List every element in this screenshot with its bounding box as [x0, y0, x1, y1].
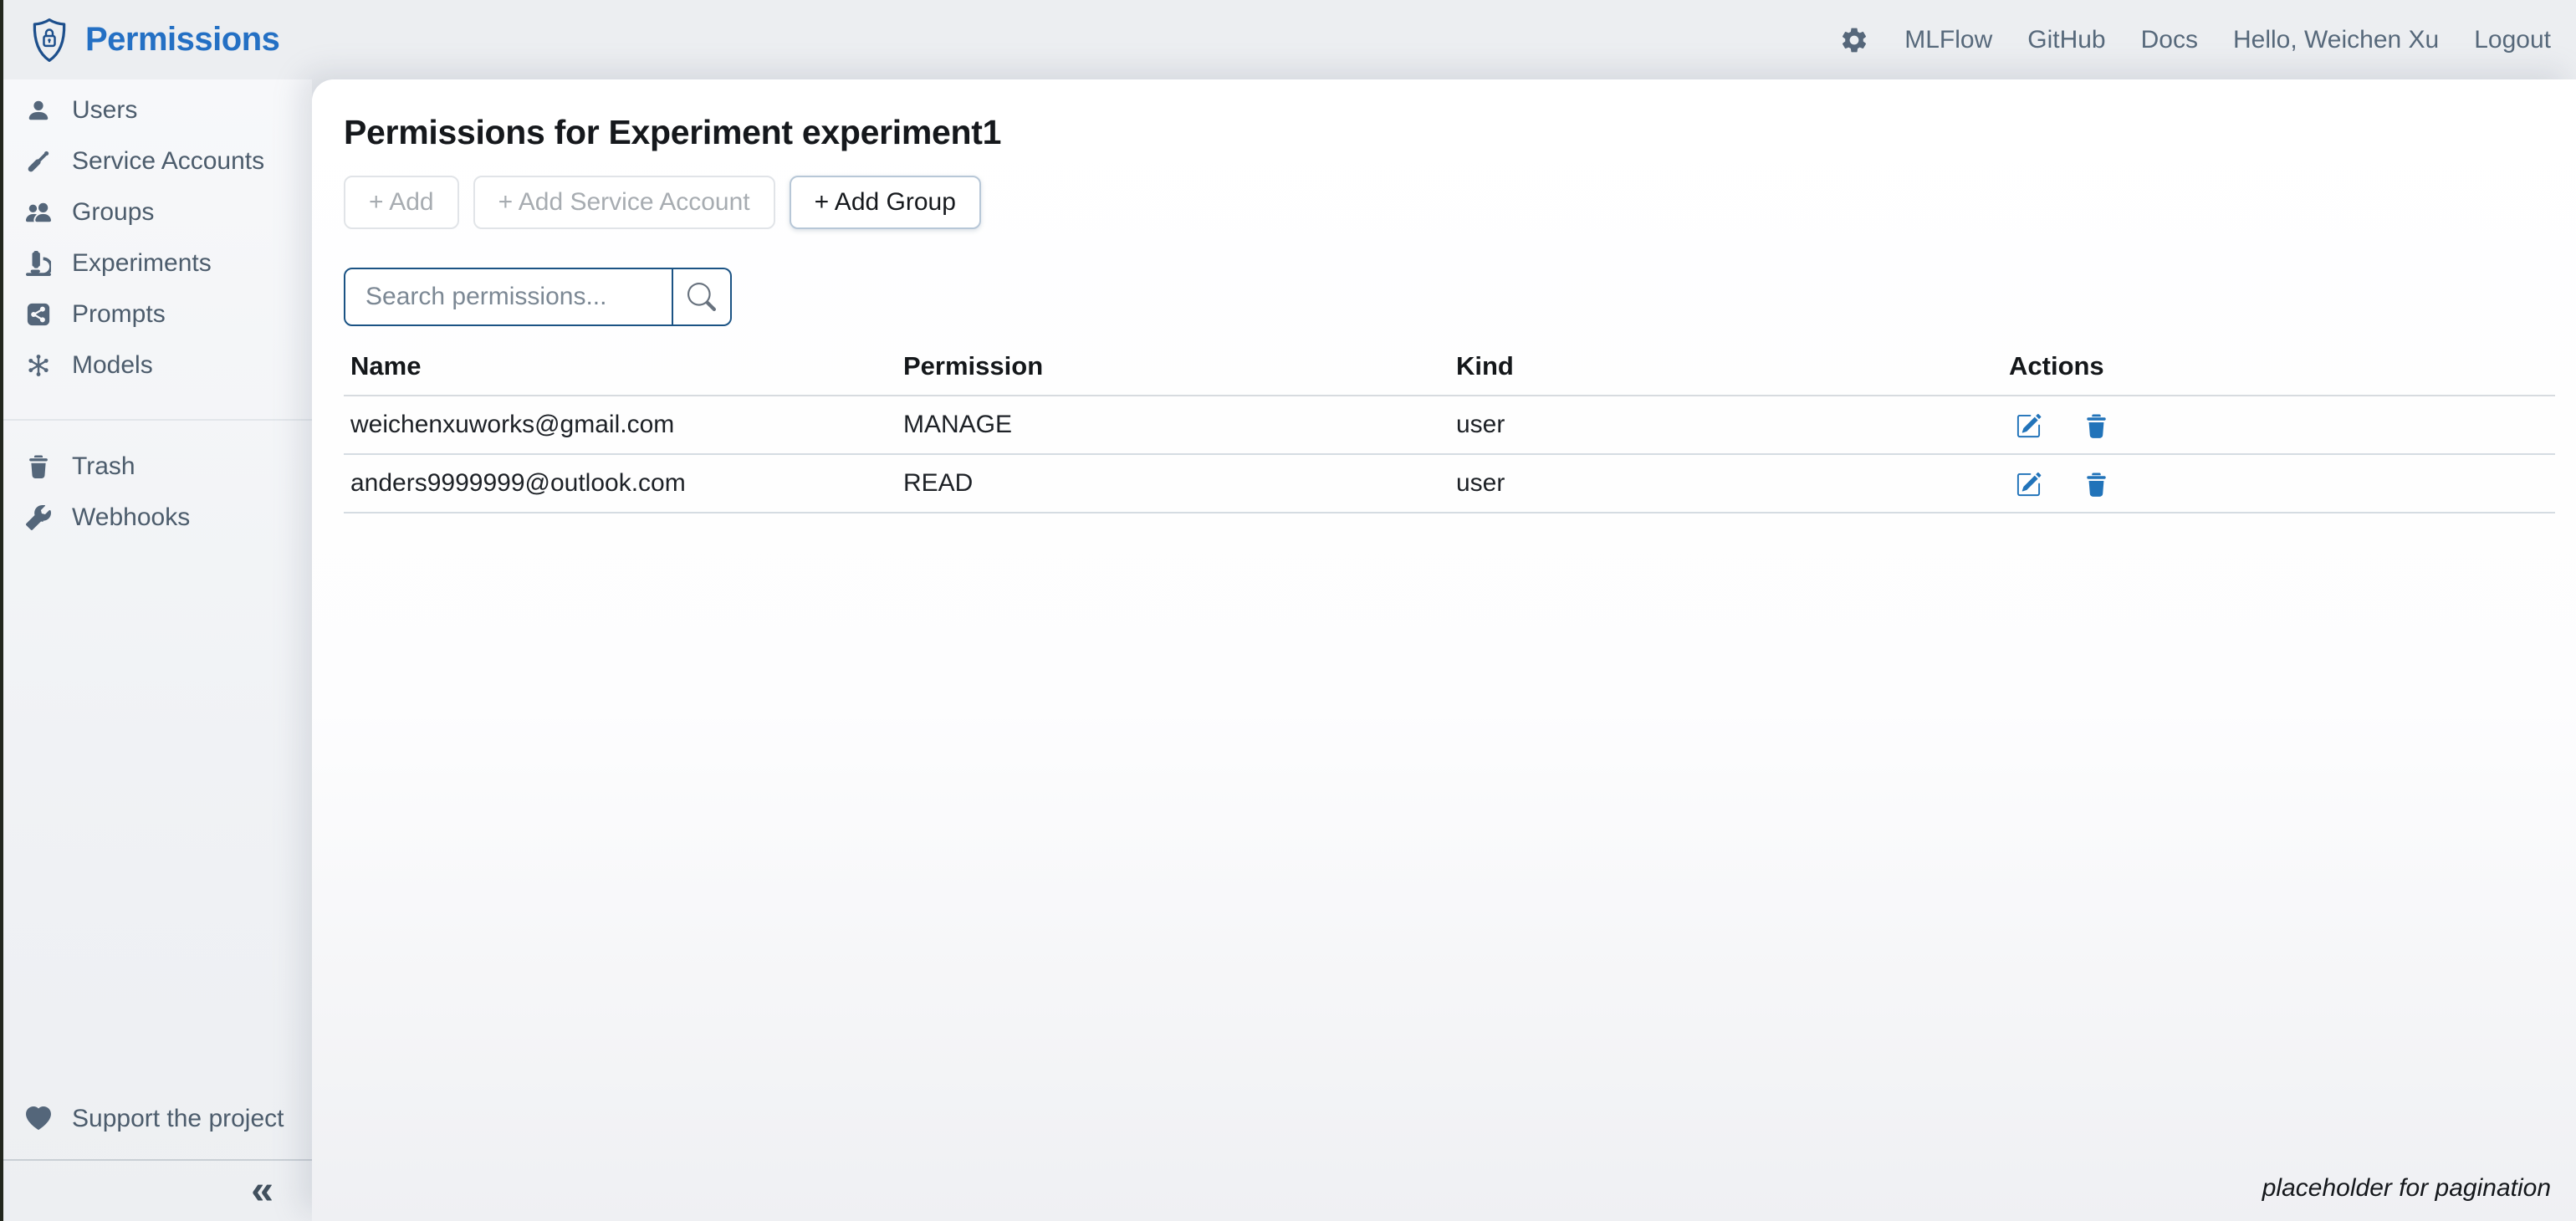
sidebar-item-groups[interactable]: Groups [0, 186, 312, 238]
content-card: Permissions for Experiment experiment1 +… [312, 79, 2576, 1221]
edit-permission-button[interactable] [2016, 413, 2042, 439]
cell-permission: MANAGE [897, 396, 1449, 454]
sidebar-item-models[interactable]: Models [0, 340, 312, 391]
top-bar: Permissions MLFlow GitHub Docs Hello, We… [0, 0, 2576, 79]
search-icon [687, 283, 716, 311]
add-group-button[interactable]: + Add Group [790, 176, 981, 229]
nav-link-logout[interactable]: Logout [2474, 26, 2551, 54]
brand-logo[interactable]: Permissions [30, 16, 279, 64]
table-header-row: Name Permission Kind Actions [344, 348, 2555, 396]
search-input[interactable] [344, 268, 673, 326]
add-service-account-button[interactable]: + Add Service Account [473, 176, 775, 229]
sidebar-item-experiments[interactable]: Experiments [0, 238, 312, 289]
sidebar-item-service-accounts[interactable]: Service Accounts [0, 135, 312, 186]
nav-link-github[interactable]: GitHub [2027, 26, 2105, 54]
column-header-permission: Permission [897, 348, 1449, 396]
edit-pencil-square-icon [2016, 413, 2042, 439]
toolbar: + Add + Add Service Account + Add Group [344, 176, 2555, 229]
cell-kind: user [1449, 396, 2002, 454]
user-icon [25, 97, 52, 124]
sidebar-divider [0, 419, 312, 421]
cell-actions [2002, 396, 2555, 454]
edit-pencil-square-icon [2016, 472, 2042, 498]
hub-icon [25, 352, 52, 379]
nav-link-mlflow[interactable]: MLFlow [1904, 26, 1992, 54]
column-header-actions: Actions [2002, 348, 2555, 396]
sidebar-footer: « [0, 1161, 312, 1221]
pagination-placeholder: placeholder for pagination [2262, 1174, 2551, 1203]
column-header-kind: Kind [1449, 348, 2002, 396]
search-bar [344, 268, 2555, 326]
page-title: Permissions for Experiment experiment1 [344, 113, 2555, 152]
nav-greeting[interactable]: Hello, Weichen Xu [2233, 26, 2439, 54]
sidebar-spacer [0, 543, 312, 1093]
sidebar: Users Service Accounts Groups Experiment… [0, 79, 312, 1221]
header-nav: MLFlow GitHub Docs Hello, Weichen Xu Log… [1839, 25, 2551, 55]
search-button[interactable] [673, 268, 732, 326]
sidebar-item-label: Service Accounts [72, 147, 264, 176]
window-edge [0, 0, 3, 1221]
table-row: anders9999999@outlook.com READ user [344, 454, 2555, 513]
cell-actions [2002, 454, 2555, 513]
shield-lock-icon [30, 16, 69, 64]
delete-permission-button[interactable] [2083, 413, 2109, 439]
edit-permission-button[interactable] [2016, 472, 2042, 498]
cell-kind: user [1449, 454, 2002, 513]
heart-icon [25, 1106, 52, 1132]
microscope-icon [25, 250, 52, 277]
brand-title: Permissions [85, 21, 279, 59]
sidebar-collapse-button[interactable]: « [251, 1171, 273, 1211]
add-button[interactable]: + Add [344, 176, 459, 229]
sidebar-item-label: Support the project [72, 1105, 284, 1133]
trash-icon [25, 453, 52, 480]
sidebar-item-trash[interactable]: Trash [0, 441, 312, 492]
table-row: weichenxuworks@gmail.com MANAGE user [344, 396, 2555, 454]
permissions-table: Name Permission Kind Actions weichenxuwo… [344, 348, 2555, 513]
screwdriver-icon [25, 148, 52, 175]
column-header-name: Name [344, 348, 897, 396]
nav-link-docs[interactable]: Docs [2141, 26, 2198, 54]
cell-permission: READ [897, 454, 1449, 513]
sidebar-item-label: Webhooks [72, 503, 190, 532]
wrench-icon [25, 504, 52, 531]
sidebar-item-support[interactable]: Support the project [0, 1093, 312, 1144]
sidebar-item-webhooks[interactable]: Webhooks [0, 492, 312, 543]
sidebar-item-label: Models [72, 351, 153, 380]
sidebar-item-label: Prompts [72, 300, 166, 329]
sidebar-item-users[interactable]: Users [0, 84, 312, 135]
delete-trash-icon [2083, 472, 2109, 498]
delete-permission-button[interactable] [2083, 472, 2109, 498]
sidebar-item-label: Experiments [72, 249, 212, 278]
sidebar-item-prompts[interactable]: Prompts [0, 289, 312, 340]
sidebar-item-label: Trash [72, 452, 135, 481]
people-icon [25, 199, 52, 226]
cell-name: anders9999999@outlook.com [344, 454, 897, 513]
sidebar-item-label: Users [72, 96, 137, 125]
delete-trash-icon [2083, 413, 2109, 439]
cell-name: weichenxuworks@gmail.com [344, 396, 897, 454]
settings-gear-icon[interactable] [1839, 25, 1869, 55]
sidebar-item-label: Groups [72, 198, 154, 227]
share-square-icon [25, 301, 52, 328]
